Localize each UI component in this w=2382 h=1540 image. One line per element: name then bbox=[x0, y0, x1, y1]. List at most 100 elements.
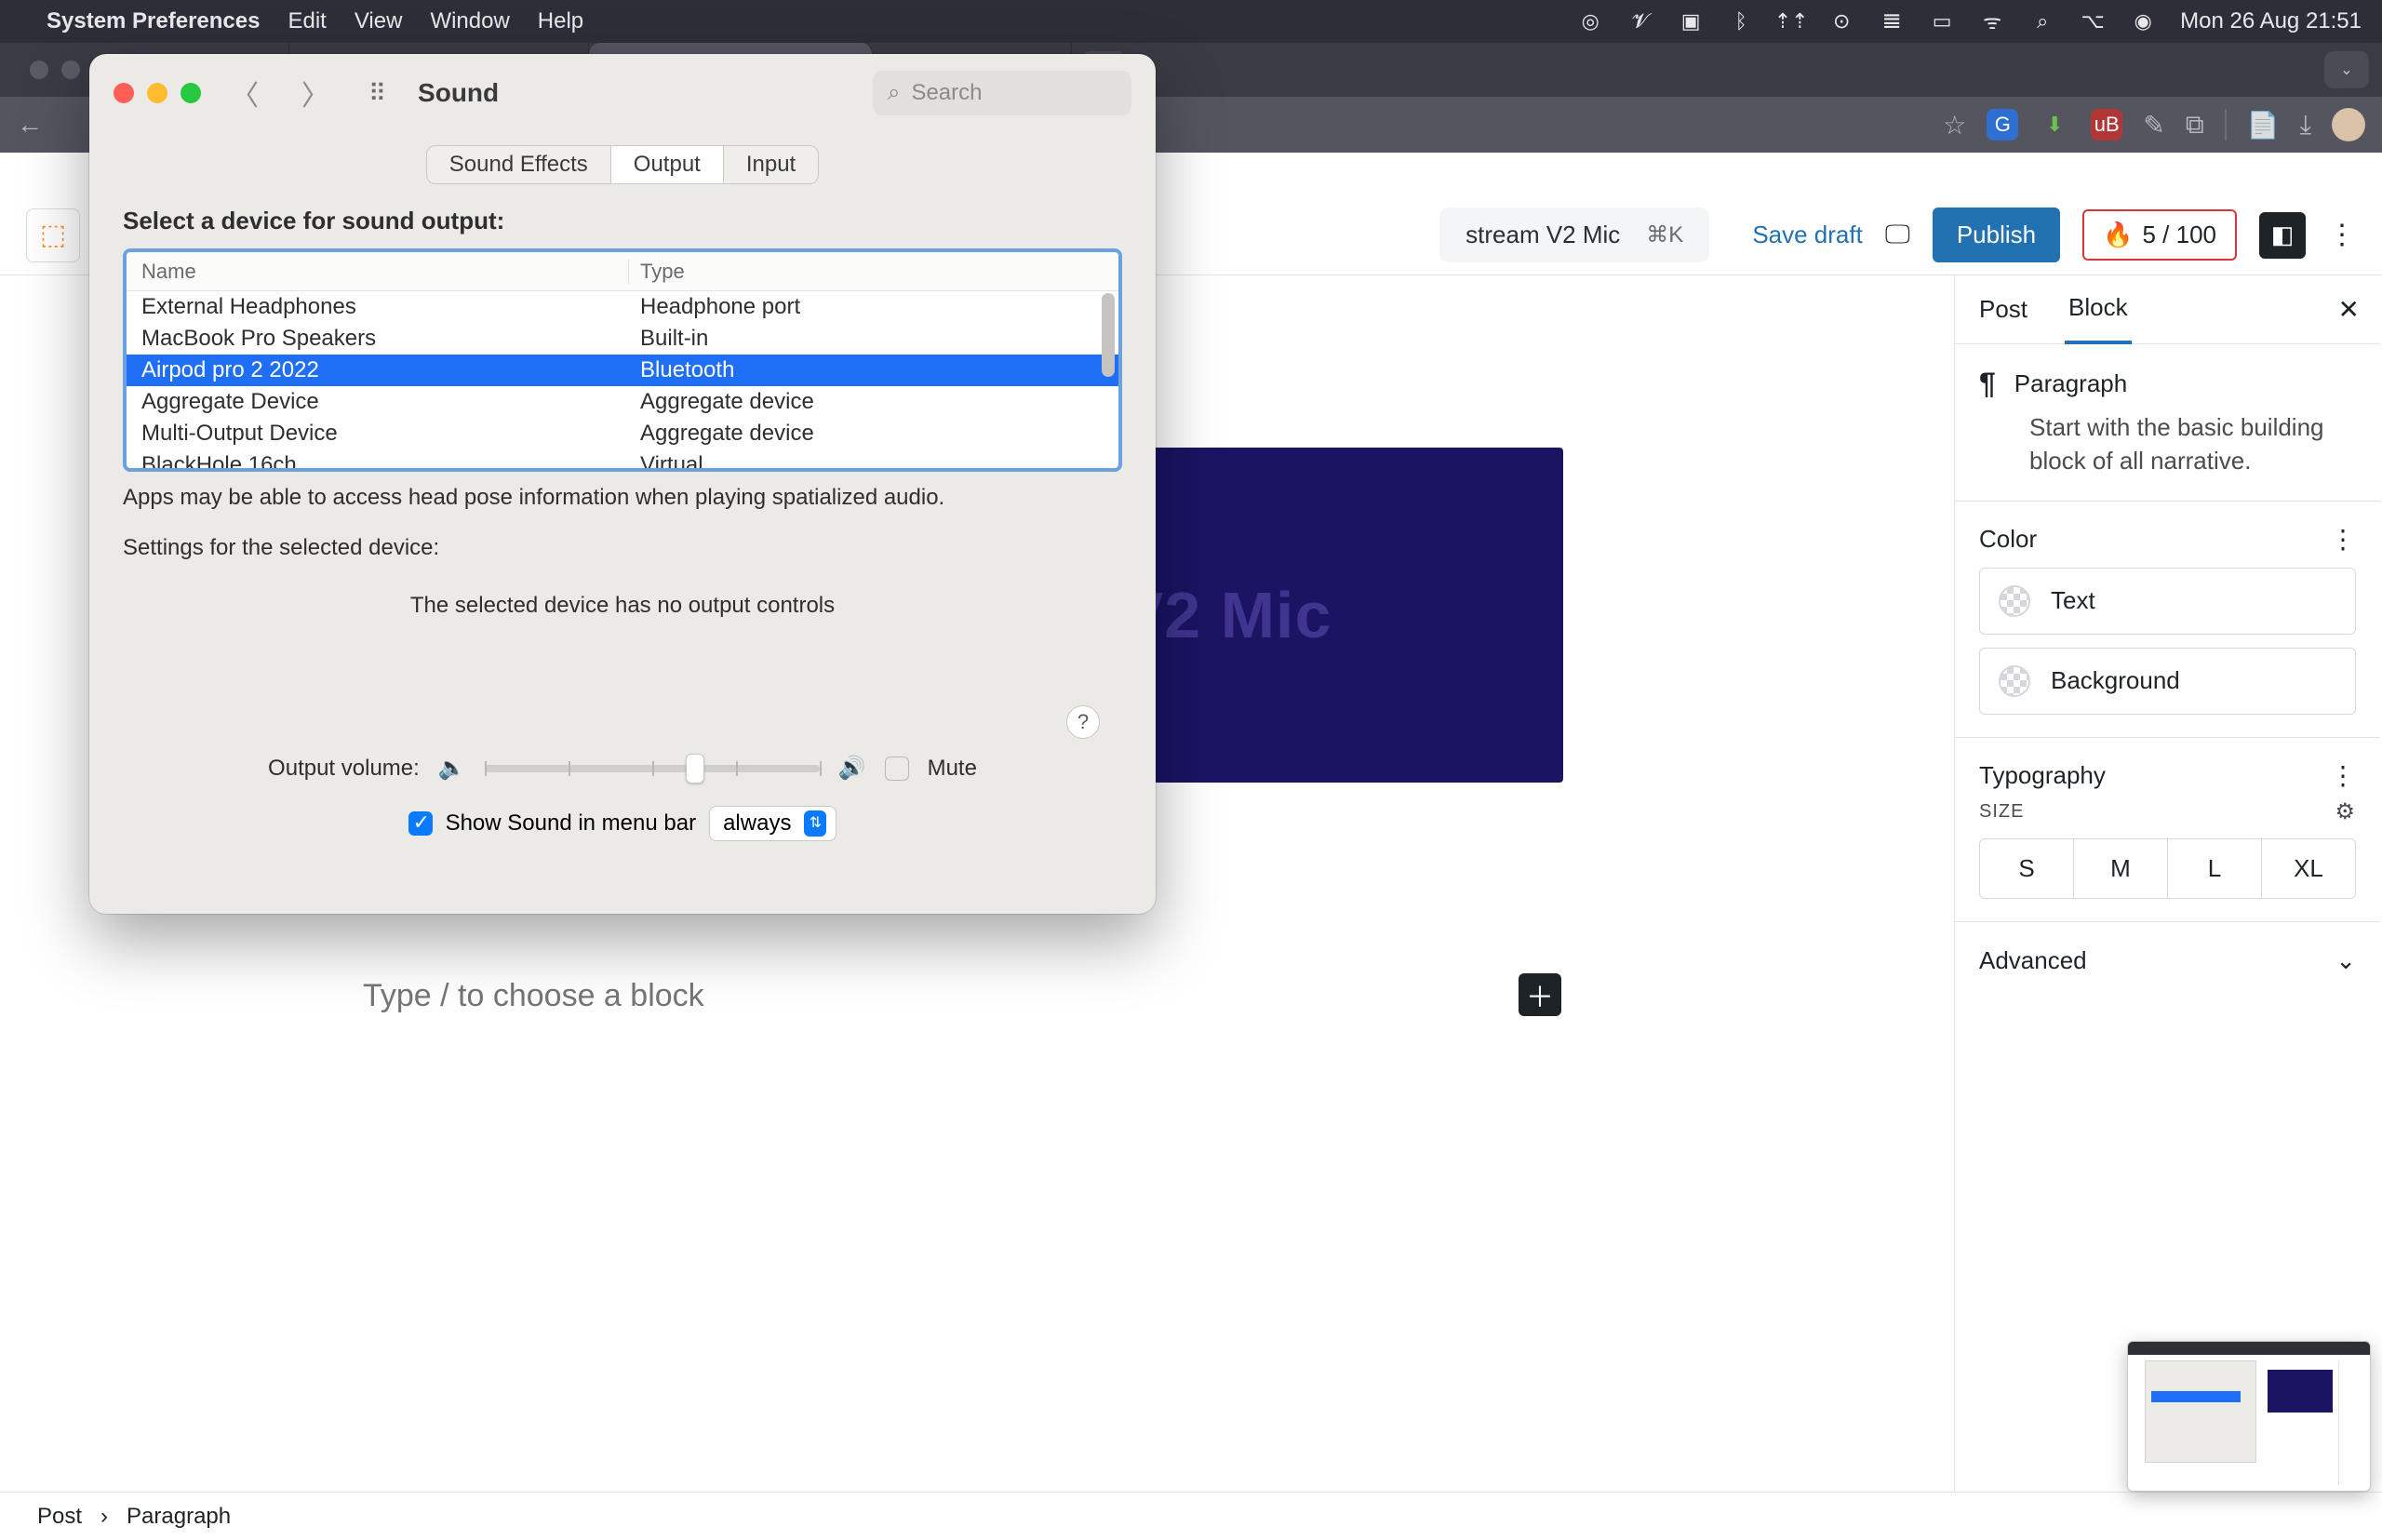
table-row[interactable]: BlackHole 16chVirtual bbox=[127, 449, 1118, 472]
select-value: always bbox=[723, 810, 791, 837]
preview-icon[interactable]: 🖵 bbox=[1885, 220, 1910, 250]
search-icon: ⌕ bbox=[888, 80, 900, 106]
tab-overflow-button[interactable]: ⌄ bbox=[2324, 51, 2369, 88]
extension-icon[interactable]: G bbox=[1987, 109, 2018, 141]
battery-icon[interactable]: ▭ bbox=[1929, 8, 1955, 34]
device-name: Aggregate Device bbox=[127, 389, 629, 415]
menubar-v-icon[interactable]: 𝓥 bbox=[1627, 8, 1653, 34]
site-logo-icon[interactable]: ⬚ bbox=[26, 208, 80, 262]
show-in-menubar-checkbox[interactable] bbox=[408, 811, 433, 836]
document-title: stream V2 Mic bbox=[1465, 221, 1620, 249]
add-block-button[interactable]: ＋ bbox=[1519, 973, 1561, 1016]
tab-block[interactable]: Block bbox=[2065, 275, 2132, 344]
downloads-icon[interactable]: ⤓ bbox=[2300, 110, 2311, 141]
size-l-button[interactable]: L bbox=[2168, 839, 2262, 898]
publish-button[interactable]: Publish bbox=[1933, 208, 2060, 262]
color-options-icon[interactable]: ⋮ bbox=[2330, 524, 2356, 555]
size-xl-button[interactable]: XL bbox=[2262, 839, 2355, 898]
size-m-button[interactable]: M bbox=[2074, 839, 2168, 898]
macos-menubar: System Preferences Edit View Window Help… bbox=[0, 0, 2382, 43]
typography-heading: Typography bbox=[1979, 761, 2106, 790]
background-color-row[interactable]: Background bbox=[1979, 648, 2356, 715]
menu-help[interactable]: Help bbox=[538, 8, 583, 34]
output-device-table[interactable]: Name Type External HeadphonesHeadphone p… bbox=[123, 248, 1122, 472]
background-color-label: Background bbox=[2051, 666, 2180, 695]
yoast-score-badge[interactable]: 🔥5 / 100 bbox=[2082, 209, 2237, 261]
size-settings-icon[interactable]: ⚙ bbox=[2335, 798, 2356, 825]
menubar-display-icon[interactable]: ▣ bbox=[1678, 8, 1704, 34]
text-color-row[interactable]: Text bbox=[1979, 568, 2356, 635]
menu-edit[interactable]: Edit bbox=[288, 8, 326, 34]
profile-avatar[interactable] bbox=[2332, 108, 2365, 141]
show-all-icon[interactable]: ⠿ bbox=[359, 79, 395, 108]
document-title-pill[interactable]: stream V2 Mic ⌘K bbox=[1439, 208, 1709, 262]
back-icon[interactable]: 〈 bbox=[218, 73, 272, 114]
device-type: Virtual bbox=[629, 452, 703, 472]
extensions-puzzle-icon[interactable]: ⧉ bbox=[2186, 110, 2204, 141]
pip-thumbnail[interactable] bbox=[2127, 1341, 2371, 1492]
download-arrow-icon[interactable]: ⬇ bbox=[2039, 109, 2070, 141]
back-button[interactable]: ← bbox=[17, 110, 43, 140]
extension-icon[interactable]: ✎ bbox=[2143, 110, 2164, 141]
chevron-down-icon: ⌄ bbox=[2335, 946, 2356, 975]
device-type: Bluetooth bbox=[629, 357, 734, 383]
mute-checkbox[interactable] bbox=[885, 757, 909, 781]
table-row[interactable]: External HeadphonesHeadphone port bbox=[127, 291, 1118, 323]
scrollbar-thumb[interactable] bbox=[1102, 293, 1115, 377]
airdrop-icon[interactable]: ⇡⇡ bbox=[1778, 8, 1804, 34]
ublock-icon[interactable]: uB bbox=[2091, 109, 2122, 141]
window-traffic-lights[interactable] bbox=[114, 83, 201, 103]
menubar-status-icon[interactable]: ◎ bbox=[1577, 8, 1603, 34]
table-row[interactable]: MacBook Pro SpeakersBuilt-in bbox=[127, 323, 1118, 355]
switch-icon[interactable]: ⌥ bbox=[2080, 8, 2106, 34]
col-name[interactable]: Name bbox=[127, 260, 629, 284]
slider-knob[interactable] bbox=[686, 754, 704, 783]
block-paragraph-section: ¶ Paragraph Start with the basic buildin… bbox=[1955, 344, 2380, 502]
menubar-visibility-select[interactable]: always ⇅ bbox=[709, 806, 836, 841]
size-s-button[interactable]: S bbox=[1980, 839, 2074, 898]
menubar-clock[interactable]: Mon 26 Aug 21:51 bbox=[2180, 8, 2362, 34]
text-color-label: Text bbox=[2051, 586, 2095, 615]
close-sidebar-icon[interactable]: ✕ bbox=[2338, 294, 2360, 325]
table-row[interactable]: Multi-Output DeviceAggregate device bbox=[127, 418, 1118, 449]
bluetooth-icon[interactable]: ᛒ bbox=[1728, 8, 1754, 34]
breadcrumb-item[interactable]: Post bbox=[37, 1504, 82, 1530]
breadcrumb-item[interactable]: Paragraph bbox=[127, 1504, 231, 1530]
search-field[interactable]: ⌕ Search bbox=[873, 71, 1131, 115]
save-draft-button[interactable]: Save draft bbox=[1752, 221, 1863, 249]
bookmark-star-icon[interactable]: ☆ bbox=[1943, 110, 1966, 141]
menubar-app-name[interactable]: System Preferences bbox=[47, 8, 260, 34]
show-sound-menubar-row: Show Sound in menu bar always ⇅ bbox=[89, 806, 1156, 841]
segment-sound-effects[interactable]: Sound Effects bbox=[426, 145, 611, 184]
segment-output[interactable]: Output bbox=[611, 145, 724, 184]
syspref-titlebar[interactable]: 〈 〉 ⠿ Sound ⌕ Search bbox=[89, 54, 1156, 132]
col-type[interactable]: Type bbox=[629, 260, 685, 284]
editor-breadcrumb: Post › Paragraph bbox=[0, 1492, 2382, 1540]
menu-window[interactable]: Window bbox=[430, 8, 509, 34]
output-volume-label: Output volume: bbox=[268, 756, 420, 782]
size-buttons: S M L XL bbox=[1979, 838, 2356, 899]
table-row[interactable]: Airpod pro 2 2022Bluetooth bbox=[127, 355, 1118, 386]
reading-list-icon[interactable]: 📄 bbox=[2247, 110, 2280, 141]
more-options-icon[interactable]: ⋮ bbox=[2328, 219, 2356, 251]
advanced-section[interactable]: Advanced ⌄ bbox=[1955, 922, 2380, 999]
help-button[interactable]: ? bbox=[1066, 705, 1100, 739]
settings-panel-toggle[interactable]: ◧ bbox=[2259, 212, 2306, 259]
chevron-right-icon: › bbox=[100, 1504, 108, 1530]
typography-options-icon[interactable]: ⋮ bbox=[2330, 760, 2356, 791]
siri-icon[interactable]: ◉ bbox=[2130, 8, 2156, 34]
menu-view[interactable]: View bbox=[355, 8, 403, 34]
typography-section: Typography ⋮ SIZE ⚙ S M L XL bbox=[1955, 738, 2380, 922]
wifi-icon[interactable]: ᯤ bbox=[1979, 8, 2005, 34]
forward-icon[interactable]: 〉 bbox=[288, 73, 342, 114]
device-type: Aggregate device bbox=[629, 389, 814, 415]
play-icon[interactable]: ⊙ bbox=[1828, 8, 1854, 34]
block-placeholder[interactable]: Type / to choose a block bbox=[363, 978, 704, 1014]
spotlight-icon[interactable]: ⌕ bbox=[2029, 8, 2055, 34]
segment-input[interactable]: Input bbox=[724, 145, 819, 184]
volume-min-icon: 🔈 bbox=[438, 755, 466, 782]
table-row[interactable]: Aggregate DeviceAggregate device bbox=[127, 386, 1118, 418]
volume-slider[interactable] bbox=[485, 765, 820, 772]
control-center-icon[interactable]: 𝌆 bbox=[1879, 8, 1905, 34]
tab-post[interactable]: Post bbox=[1975, 276, 2031, 342]
